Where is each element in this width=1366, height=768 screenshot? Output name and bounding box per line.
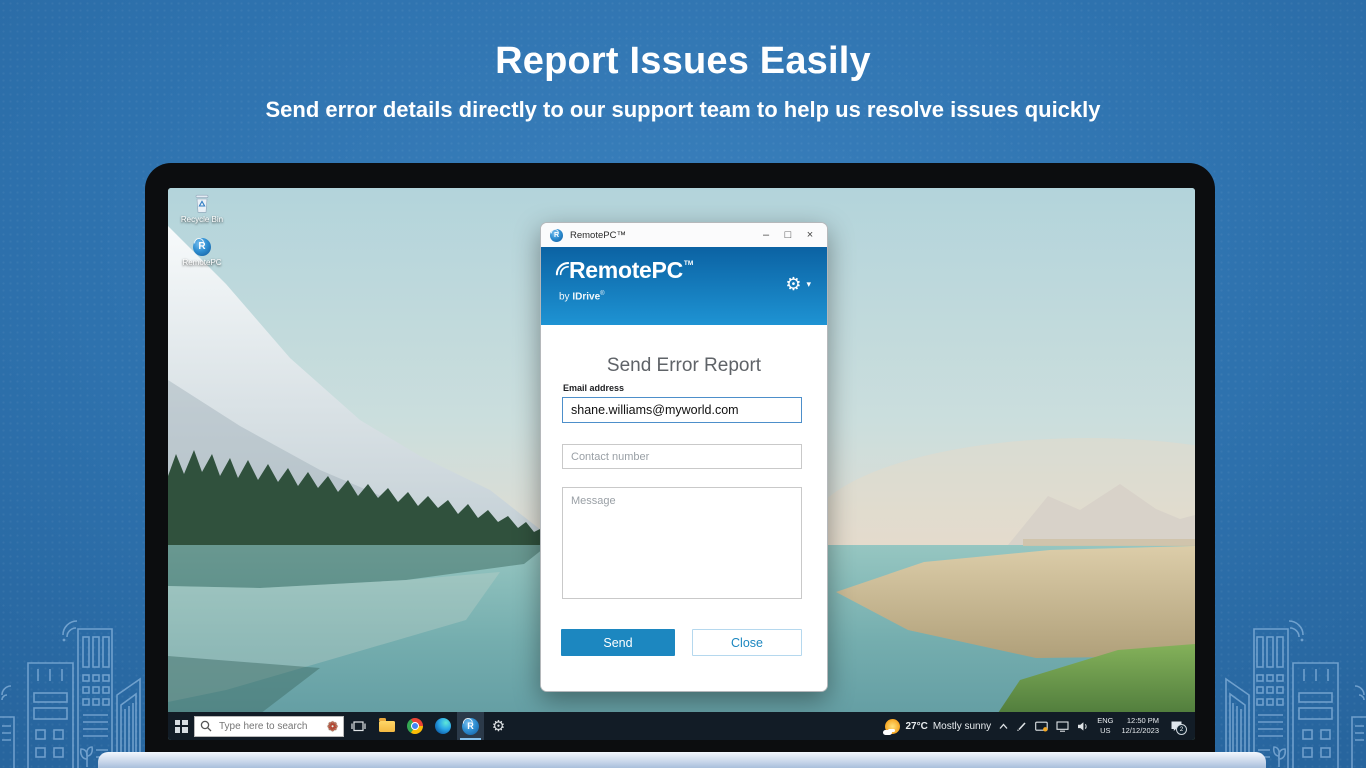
- byline-company: IDrive: [572, 291, 600, 302]
- logo-byline: by IDrive®: [559, 291, 605, 302]
- close-window-button[interactable]: ×: [799, 223, 821, 247]
- laptop-screen: Recycle Bin R RemotePC R RemotePC™ – □ ×: [168, 188, 1195, 740]
- taskbar-icon-task-view[interactable]: [345, 712, 372, 740]
- settings-menu-button[interactable]: ⚙ ▾: [785, 275, 811, 293]
- tray-date: 12/12/2023: [1121, 726, 1159, 736]
- poinsettia-icon: ❁: [327, 720, 338, 733]
- remotepc-logo: RemotePC TM: [555, 259, 693, 283]
- caret-down-icon: ▾: [806, 279, 811, 290]
- app-header: RemotePC TM by IDrive® ⚙ ▾: [541, 247, 827, 325]
- form-close-button[interactable]: Close: [692, 629, 802, 656]
- search-input[interactable]: [217, 720, 322, 733]
- contact-input[interactable]: [562, 444, 802, 469]
- remotepc-window-icon: R: [550, 229, 563, 242]
- taskbar-icon-settings[interactable]: ⚙: [485, 712, 512, 740]
- touch-keyboard-icon[interactable]: [1035, 721, 1048, 732]
- city-skyline-left: [0, 613, 150, 768]
- taskbar: ❁ R: [168, 712, 1195, 740]
- gear-icon: ⚙: [785, 275, 801, 293]
- page-background: Report Issues Easily Send error details …: [0, 0, 1366, 768]
- taskbar-icon-chrome[interactable]: [401, 712, 428, 740]
- page-title: Report Issues Easily: [0, 40, 1366, 83]
- region-code: US: [1097, 726, 1113, 736]
- edge-icon: [435, 718, 451, 734]
- logo-tm: TM: [684, 260, 693, 267]
- window-title: RemotePC™: [570, 230, 755, 241]
- signal-arcs-icon: [555, 260, 570, 283]
- maximize-button[interactable]: □: [777, 223, 799, 247]
- pen-icon[interactable]: [1016, 721, 1027, 732]
- windows-logo-icon: [175, 720, 188, 733]
- remotepc-icon: R: [462, 718, 479, 735]
- laptop-mockup: Recycle Bin R RemotePC R RemotePC™ – □ ×: [145, 163, 1215, 752]
- remotepc-icon: R: [193, 238, 211, 256]
- desktop-icon-recycle-bin[interactable]: Recycle Bin: [176, 194, 228, 224]
- byline-prefix: by: [559, 291, 570, 302]
- page-subtitle: Send error details directly to our suppo…: [0, 97, 1366, 123]
- system-tray: 27°C Mostly sunny: [885, 716, 1195, 736]
- registered-mark: ®: [600, 291, 604, 297]
- display-icon[interactable]: [1056, 721, 1069, 732]
- error-report-form: Send Error Report Email address Send Clo…: [541, 325, 827, 692]
- weather-widget[interactable]: 27°C Mostly sunny: [885, 719, 991, 734]
- notification-center-button[interactable]: 2: [1170, 720, 1183, 732]
- start-button[interactable]: [168, 712, 194, 740]
- tray-time: 12:50 PM: [1121, 716, 1159, 726]
- folder-icon: [379, 721, 395, 732]
- form-heading: Send Error Report: [541, 355, 827, 377]
- send-button[interactable]: Send: [561, 629, 675, 656]
- temperature: 27°C: [905, 721, 927, 732]
- chrome-icon: [407, 718, 423, 734]
- settings-gear-icon: ⚙: [492, 719, 505, 734]
- desktop-icon-label: Recycle Bin: [176, 215, 228, 224]
- weather-icon: [885, 719, 900, 734]
- language-code: ENG: [1097, 716, 1113, 726]
- logo-text: RemotePC: [569, 259, 683, 282]
- remotepc-window: R RemotePC™ – □ × RemotePC TM: [540, 222, 828, 692]
- email-label: Email address: [563, 383, 624, 393]
- tray-chevron-icon[interactable]: [999, 723, 1008, 730]
- taskbar-icon-remotepc[interactable]: R: [457, 712, 484, 740]
- notification-badge: 2: [1176, 724, 1187, 735]
- hero-banner: Report Issues Easily Send error details …: [0, 0, 1366, 123]
- minimize-button[interactable]: –: [755, 223, 777, 247]
- recycle-bin-icon: [193, 194, 211, 213]
- desktop-icon-label: RemotePC: [176, 258, 228, 267]
- message-textarea[interactable]: [562, 487, 802, 599]
- language-indicator[interactable]: ENG US: [1097, 716, 1113, 736]
- clock[interactable]: 12:50 PM 12/12/2023: [1121, 716, 1159, 736]
- speaker-icon[interactable]: [1077, 721, 1089, 732]
- taskbar-icon-edge[interactable]: [429, 712, 456, 740]
- laptop-base: [98, 752, 1266, 768]
- city-skyline-right: [1216, 613, 1366, 768]
- task-view-icon: [351, 719, 366, 733]
- search-box[interactable]: ❁: [194, 716, 344, 737]
- weather-condition: Mostly sunny: [933, 721, 991, 732]
- search-icon: [200, 720, 212, 732]
- email-input[interactable]: [562, 397, 802, 423]
- window-titlebar: R RemotePC™ – □ ×: [541, 223, 827, 247]
- taskbar-icon-file-explorer[interactable]: [373, 712, 400, 740]
- desktop-icon-remotepc[interactable]: R RemotePC: [176, 237, 228, 267]
